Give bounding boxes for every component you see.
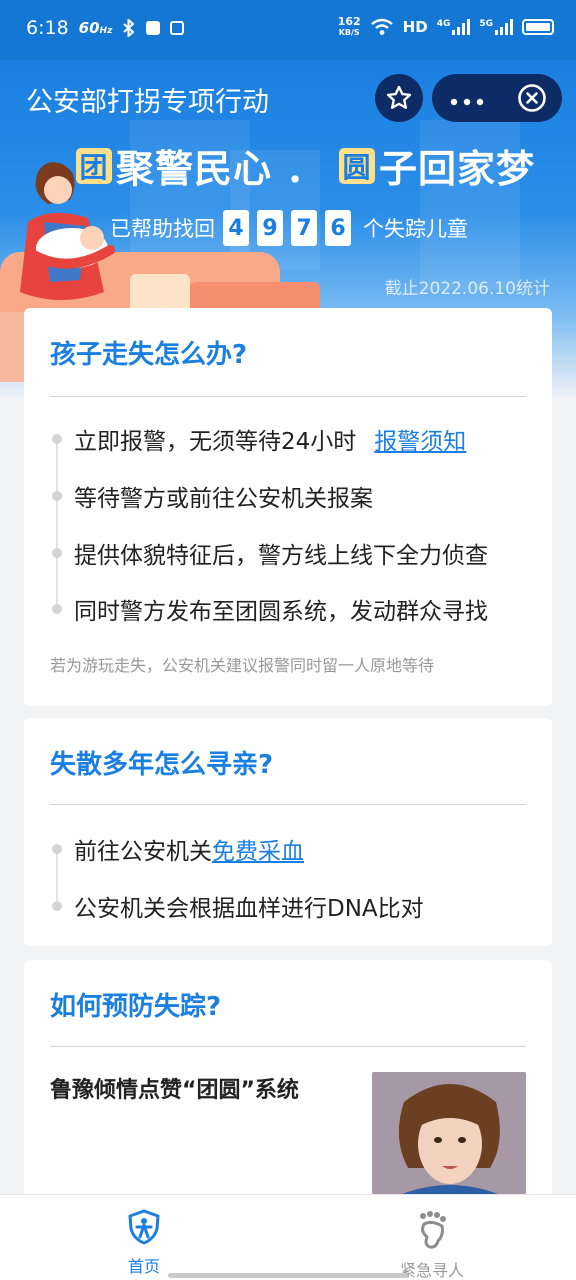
mini-program-capsule	[432, 74, 562, 122]
status-time: 6:18	[26, 17, 69, 39]
lost-child-card: 孩子走失怎么办? 立即报警，无须等待24小时 报警须知 等待警方或前往公安机关报…	[24, 308, 552, 706]
hd-indicator: HD	[402, 18, 428, 36]
slogan-text-2: 子回家梦	[379, 147, 536, 191]
slogan-text-1: 聚警民心	[116, 147, 273, 191]
stat-date: 截止2022.06.10统计	[384, 279, 550, 299]
footprint-icon	[420, 1211, 446, 1249]
wifi-icon	[370, 18, 393, 35]
news-title[interactable]: 鲁豫倾情点赞“团圆”系统	[50, 1072, 299, 1104]
shield-person-icon	[128, 1209, 160, 1245]
step-item: 同时警方发布至团圆系统，发动群众寻找	[50, 592, 488, 626]
step-text: 公安机关会根据血样进行DNA比对	[74, 896, 424, 922]
found-prefix: 已帮助找回	[110, 217, 215, 241]
step-dot	[52, 548, 62, 558]
app-title: 公安部打拐专项行动	[26, 87, 269, 118]
more-button[interactable]	[432, 78, 502, 118]
bluetooth-icon	[123, 19, 135, 37]
found-digit: 6	[325, 210, 351, 246]
divider	[50, 396, 526, 397]
found-suffix: 个失踪儿童	[363, 217, 468, 241]
bottom-tab-bar: 首页 紧急寻人	[0, 1194, 576, 1280]
prevention-card: 如何预防失踪? 鲁豫倾情点赞“团圆”系统	[24, 960, 552, 1210]
step-text: 等待警方或前往公安机关报案	[74, 486, 373, 512]
step-text: 提供体貌特征后，警方线上线下全力侦查	[74, 543, 488, 569]
signal-bars-icon	[452, 19, 471, 35]
step-dot	[52, 844, 62, 854]
card-title: 如何预防失踪?	[50, 992, 222, 1022]
police-notice-link[interactable]: 报警须知	[374, 422, 466, 456]
step-item: 等待警方或前往公安机关报案	[50, 479, 373, 513]
step-dot	[52, 901, 62, 911]
home-indicator	[168, 1273, 408, 1278]
notification-icon	[146, 21, 161, 35]
divider	[50, 804, 526, 805]
divider	[50, 1046, 526, 1047]
star-icon	[386, 85, 412, 109]
step-dot	[52, 434, 62, 444]
close-button[interactable]	[502, 83, 562, 113]
signal-bars-icon	[495, 19, 513, 35]
slogan-separator: ．	[286, 147, 326, 191]
signal-sim2: 5G	[479, 19, 513, 35]
found-digit: 9	[257, 210, 283, 246]
card-title: 失散多年怎么寻亲?	[50, 750, 274, 780]
network-speed: 162 KB/S	[337, 15, 361, 37]
free-blood-sampling-link[interactable]: 免费采血	[212, 832, 304, 866]
found-digit: 7	[291, 210, 317, 246]
step-item: 前往公安机关 免费采血	[50, 832, 304, 866]
step-text: 立即报警，无须等待24小时	[74, 429, 357, 455]
steps-list: 立即报警，无须等待24小时 报警须知 等待警方或前往公安机关报案 提供体貌特征后…	[50, 418, 526, 628]
card-title: 孩子走失怎么办?	[50, 340, 248, 370]
slogan-highlight-2: 圆	[339, 147, 376, 184]
find-relatives-card: 失散多年怎么寻亲? 前往公安机关 免费采血 公安机关会根据血样进行DNA比对	[24, 718, 552, 946]
tab-emergency-search[interactable]: 紧急寻人	[372, 1209, 492, 1280]
news-thumbnail[interactable]	[372, 1072, 526, 1194]
step-text: 前往公安机关	[74, 839, 212, 865]
favorite-button[interactable]	[375, 74, 423, 122]
step-dot	[52, 604, 62, 614]
slogan-highlight-1: 团	[76, 147, 112, 184]
steps-list: 前往公安机关 免费采血 公安机关会根据血样进行DNA比对	[50, 828, 526, 928]
step-text: 同时警方发布至团圆系统，发动群众寻找	[74, 599, 488, 625]
refresh-rate: 60Hz	[78, 19, 113, 37]
step-dot	[52, 491, 62, 501]
signal-sim1: 4G	[437, 19, 471, 35]
slogan: 团 聚警民心 ． 圆 子回家梦	[76, 138, 535, 193]
found-counter: 已帮助找回 4 9 7 6 个失踪儿童	[110, 210, 468, 246]
step-item: 提供体貌特征后，警方线上线下全力侦查	[50, 536, 488, 570]
tab-home[interactable]: 首页	[84, 1209, 204, 1277]
hint-text: 若为游玩走失，公安机关建议报警同时留一人原地等待	[50, 656, 435, 675]
close-icon	[518, 84, 546, 112]
more-dots-icon	[450, 98, 484, 106]
gallery-icon	[170, 21, 185, 35]
step-item: 立即报警，无须等待24小时 报警须知	[50, 422, 466, 456]
battery-icon	[522, 19, 554, 35]
status-bar: 6:18 60Hz 162 KB/S HD 4G 5G	[0, 0, 576, 60]
step-item: 公安机关会根据血样进行DNA比对	[50, 889, 424, 923]
found-digit: 4	[223, 210, 249, 246]
